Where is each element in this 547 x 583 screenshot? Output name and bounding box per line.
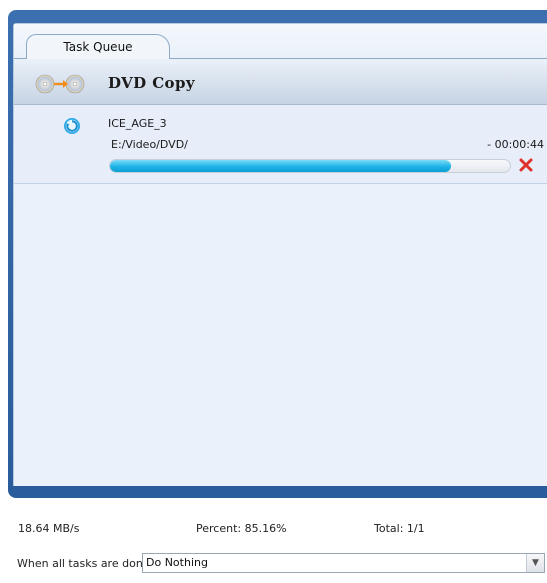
section-title: DVD Copy	[108, 74, 195, 92]
task-queue-panel: Task Queue DVD Copy ICE_AGE_3 E:/Video/D…	[13, 23, 547, 486]
close-icon[interactable]	[517, 156, 535, 174]
task-row[interactable]: ICE_AGE_3 E:/Video/DVD/ - 00:00:44	[14, 105, 547, 184]
completion-action-select[interactable]: Do Nothing ▼	[142, 553, 545, 573]
task-path: E:/Video/DVD/	[111, 138, 188, 151]
task-name: ICE_AGE_3	[108, 117, 167, 130]
speed-readout: 18.64 MB/s	[18, 522, 80, 535]
total-readout: Total: 1/1	[374, 522, 425, 535]
processing-spinner-icon	[64, 118, 80, 134]
dropdown-arrow-icon[interactable]: ▼	[526, 554, 544, 572]
progress-fill	[110, 160, 451, 172]
progress-bar	[109, 159, 511, 173]
completion-label: When all tasks are done:	[17, 557, 154, 570]
completion-action-value: Do Nothing	[146, 556, 208, 569]
tab-task-queue[interactable]: Task Queue	[26, 34, 170, 59]
time-remaining: - 00:00:44	[487, 138, 544, 151]
section-header: DVD Copy	[14, 64, 547, 105]
tab-bar: Task Queue	[14, 24, 547, 64]
percent-readout: Percent: 85.16%	[196, 522, 287, 535]
dvd-copy-icon	[35, 74, 85, 94]
